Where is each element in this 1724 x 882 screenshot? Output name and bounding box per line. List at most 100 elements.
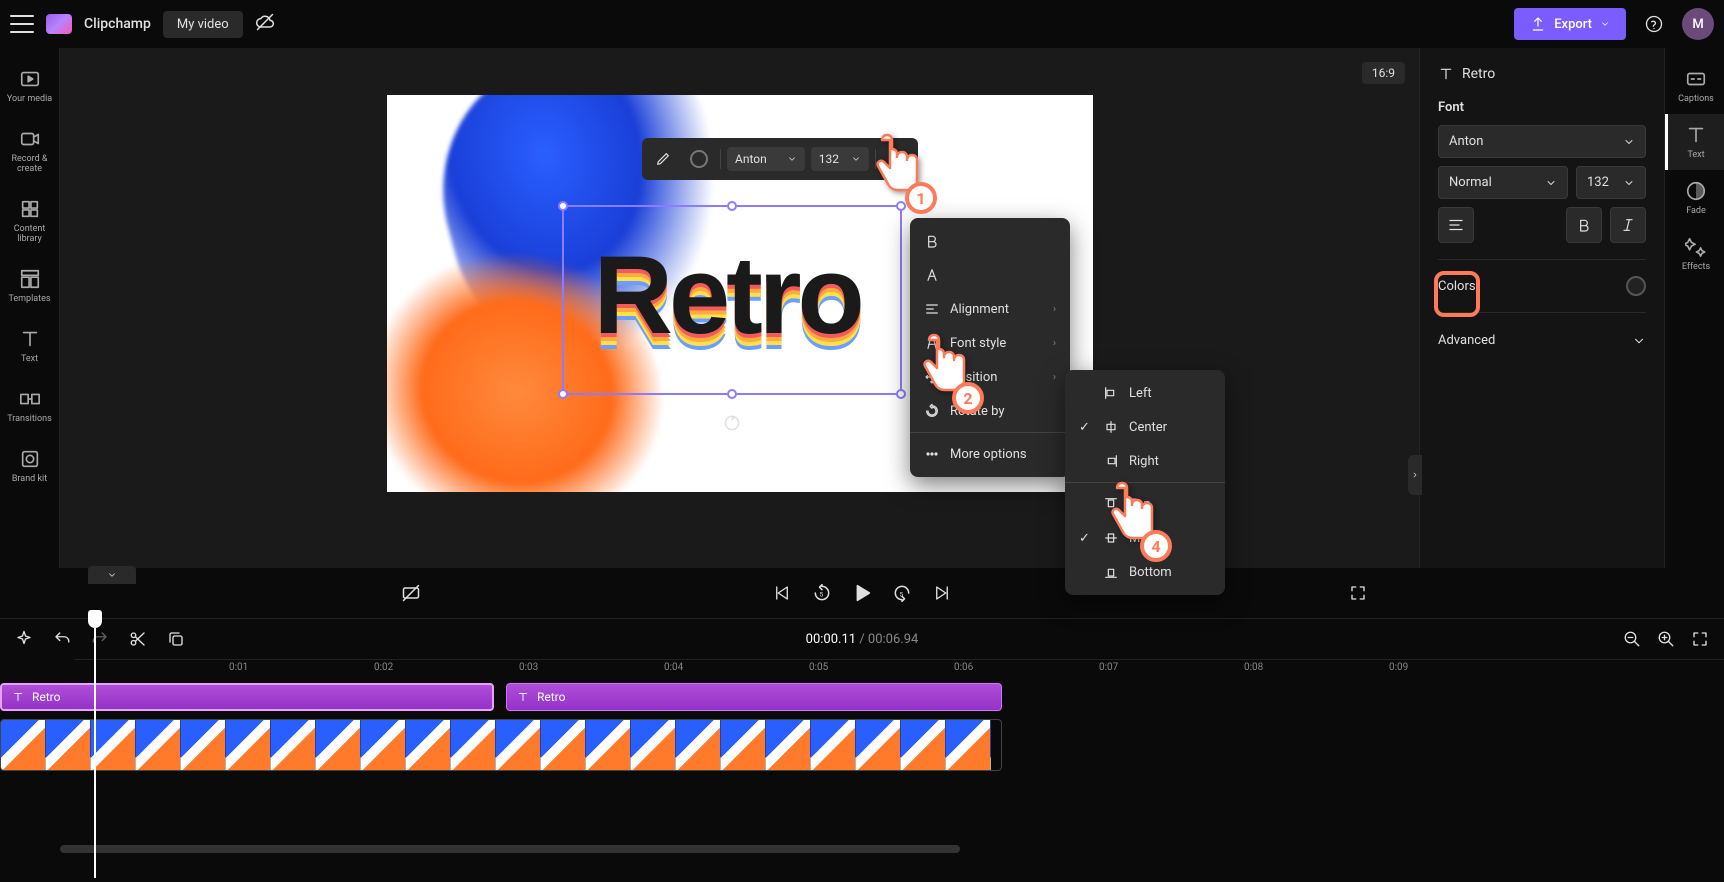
redo-button[interactable] xyxy=(90,629,110,649)
resize-handle-tr[interactable] xyxy=(896,201,906,211)
scrollbar-thumb[interactable] xyxy=(60,845,960,853)
horizontal-scrollbar[interactable] xyxy=(0,843,1724,855)
menu-more-options[interactable]: More options xyxy=(910,437,1070,471)
submenu-left[interactable]: Left xyxy=(1065,376,1225,410)
ruler-tick: 0:07 xyxy=(1099,662,1118,673)
submenu-label: Bottom xyxy=(1129,565,1172,580)
text-clip-2[interactable]: Retro xyxy=(506,683,1002,711)
sidebar-templates[interactable]: Templates xyxy=(0,258,59,314)
forward-icon: 5 xyxy=(892,583,912,603)
submenu-right[interactable]: Right xyxy=(1065,444,1225,478)
help-button[interactable] xyxy=(1638,8,1670,40)
menu-alignment[interactable]: Alignment › xyxy=(910,292,1070,326)
menu-label: More options xyxy=(950,447,1027,462)
rewind-icon: 5 xyxy=(812,583,832,603)
submenu-label: Top xyxy=(1129,497,1151,512)
sparkle-icon xyxy=(15,630,33,648)
zoom-in-icon xyxy=(1657,630,1675,648)
library-icon xyxy=(19,198,41,220)
user-avatar[interactable]: M xyxy=(1682,8,1714,40)
rotate-handle[interactable] xyxy=(722,413,742,433)
ellipsis-icon xyxy=(924,446,940,462)
split-button[interactable] xyxy=(128,629,148,649)
rightbar-effects[interactable]: Effects xyxy=(1665,226,1724,282)
advanced-section[interactable]: Advanced xyxy=(1438,329,1646,352)
skip-forward-icon xyxy=(933,584,951,602)
expand-right-panel[interactable] xyxy=(1408,455,1422,495)
submenu-center[interactable]: ✓ Center xyxy=(1065,410,1225,444)
collapse-timeline[interactable] xyxy=(88,566,136,584)
ruler-tick: 0:09 xyxy=(1389,662,1408,673)
forward-5-button[interactable]: 5 xyxy=(891,582,913,604)
menu-bold[interactable] xyxy=(910,224,1070,258)
rightbar-captions[interactable]: Captions xyxy=(1665,58,1724,114)
text-clip-1[interactable]: Retro xyxy=(0,683,494,711)
zoom-in-button[interactable] xyxy=(1656,629,1676,649)
transitions-icon xyxy=(19,388,41,410)
menu-font-style[interactable]: Font style › xyxy=(910,326,1070,360)
timecode: 00:00.11 / 00:06.94 xyxy=(806,632,919,647)
color-swatch[interactable] xyxy=(1626,276,1646,296)
resize-handle-tl[interactable] xyxy=(558,201,568,211)
ruler-tick: 0:04 xyxy=(664,662,683,673)
export-button[interactable]: Export xyxy=(1514,8,1626,40)
rightbar-fade[interactable]: Fade xyxy=(1665,170,1724,226)
zoom-fit-button[interactable] xyxy=(1690,629,1710,649)
aspect-ratio-badge[interactable]: 16:9 xyxy=(1362,62,1405,84)
panel-align-button[interactable] xyxy=(1438,207,1474,243)
play-button[interactable] xyxy=(851,582,873,604)
colors-label: Colors xyxy=(1438,279,1476,294)
panel-size-dropdown[interactable]: 132 xyxy=(1576,166,1646,199)
color-button[interactable] xyxy=(684,144,714,174)
font-dropdown[interactable]: Anton xyxy=(727,147,805,171)
menu-rotate[interactable]: Rotate by xyxy=(910,394,1070,428)
duplicate-button[interactable] xyxy=(166,629,186,649)
panel-font-dropdown[interactable]: Anton xyxy=(1438,125,1646,158)
panel-italic-button[interactable] xyxy=(1610,207,1646,243)
text-icon xyxy=(19,328,41,350)
sidebar-brand-kit[interactable]: Brand kit xyxy=(0,438,59,494)
resize-handle-tm[interactable] xyxy=(727,201,737,211)
menu-position[interactable]: Position › xyxy=(910,360,1070,394)
advanced-label: Advanced xyxy=(1438,333,1495,348)
ruler-tick: 0:03 xyxy=(519,662,538,673)
rewind-5-button[interactable]: 5 xyxy=(811,582,833,604)
captions-toggle[interactable] xyxy=(400,582,422,604)
rightbar-text[interactable]: Text xyxy=(1665,114,1724,170)
more-options-button[interactable] xyxy=(882,144,912,174)
sidebar-your-media[interactable]: Your media xyxy=(0,58,59,114)
fit-icon xyxy=(1691,630,1709,648)
fontsize-dropdown[interactable]: 132 xyxy=(811,147,869,171)
menu-button[interactable] xyxy=(10,12,34,36)
video-title[interactable]: My video xyxy=(163,11,243,38)
auto-button[interactable] xyxy=(14,629,34,649)
undo-button[interactable] xyxy=(52,629,72,649)
submenu-middle[interactable]: ✓ Middle xyxy=(1065,521,1225,555)
panel-weight-dropdown[interactable]: Normal xyxy=(1438,166,1568,199)
menu-label: Position xyxy=(950,370,997,385)
fullscreen-button[interactable] xyxy=(1347,582,1369,604)
expand-icon xyxy=(1349,584,1367,602)
prev-frame-button[interactable] xyxy=(771,582,793,604)
zoom-out-button[interactable] xyxy=(1622,629,1642,649)
next-frame-button[interactable] xyxy=(931,582,953,604)
sidebar-content-library[interactable]: Content library xyxy=(0,188,59,254)
menu-font[interactable] xyxy=(910,258,1070,292)
resize-handle-br[interactable] xyxy=(896,389,906,399)
align-right-icon xyxy=(1103,453,1119,469)
sidebar-text[interactable]: Text xyxy=(0,318,59,374)
submenu-top[interactable]: Top xyxy=(1065,487,1225,521)
ruler-tick: 0:06 xyxy=(954,662,973,673)
submenu-bottom[interactable]: Bottom xyxy=(1065,555,1225,589)
resize-handle-bm[interactable] xyxy=(727,389,737,399)
sidebar-transitions[interactable]: Transitions xyxy=(0,378,59,434)
resize-handle-bl[interactable] xyxy=(558,389,568,399)
video-clip[interactable] xyxy=(0,719,1002,771)
panel-bold-button[interactable] xyxy=(1566,207,1602,243)
text-selection-box[interactable]: Retro xyxy=(562,205,902,395)
edit-text-button[interactable] xyxy=(648,144,678,174)
sidebar-record[interactable]: Record & create xyxy=(0,118,59,184)
export-label: Export xyxy=(1554,17,1592,32)
timeline-ruler[interactable]: 0:01 0:02 0:03 0:04 0:05 0:06 0:07 0:08 … xyxy=(74,659,1724,683)
chevron-right-icon: › xyxy=(1053,338,1056,349)
